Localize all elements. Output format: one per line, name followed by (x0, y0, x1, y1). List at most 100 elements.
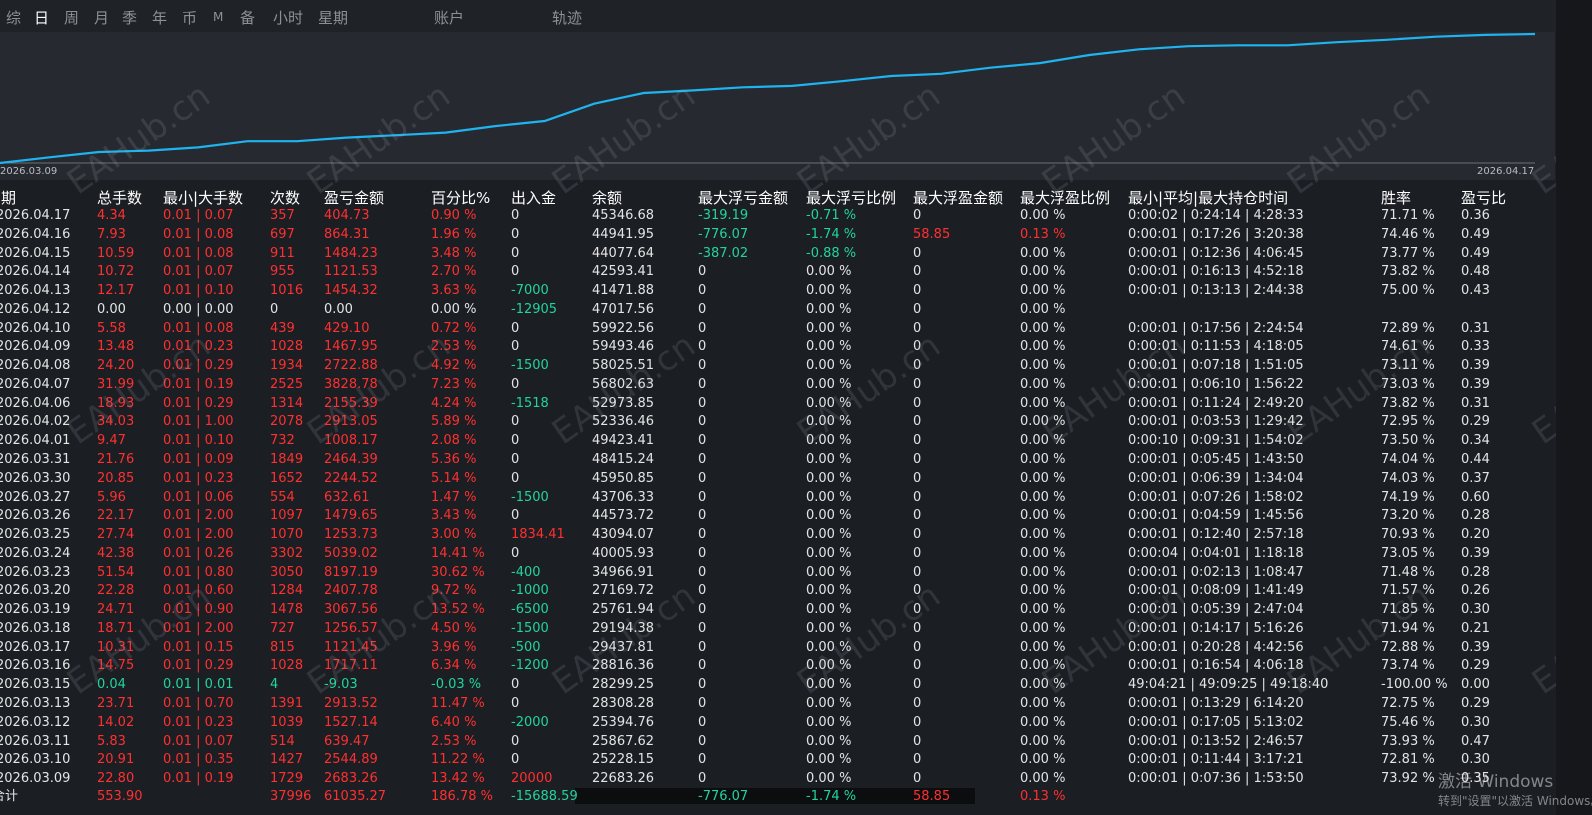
table-row[interactable]: 2026.03.31 21.76 0.01 | 0.09 1849 2464.39 5.3… (0, 450, 1555, 469)
tab-9[interactable]: 小时 (273, 7, 303, 28)
table-row[interactable]: 2026.03.24 42.38 0.01 | 0.26 3302 5039.02 14.… (0, 544, 1555, 563)
cell-trades: 1028 (270, 658, 304, 674)
cell-maxfp: 0 (913, 527, 922, 543)
cell-maxfpp: 0.00 % (1020, 733, 1066, 749)
cell-maxddp: -1.74 % (806, 226, 857, 242)
tab-3[interactable]: 月 (94, 7, 109, 28)
tab-10[interactable]: 星期 (318, 7, 348, 28)
cell-minmax: 0.01 | 0.10 (163, 283, 234, 299)
tab-8[interactable]: 备 (240, 7, 255, 28)
cell-maxfp: 0 (913, 245, 922, 261)
table-row[interactable]: 2026.04.02 34.03 0.01 | 1.00 2078 2913.05 5.8… (0, 412, 1555, 431)
tab-5[interactable]: 年 (152, 7, 167, 28)
table-row[interactable]: 2026.04.07 31.99 0.01 | 0.19 2525 3828.78 7.2… (0, 375, 1555, 394)
cell-maxfpp: 0.00 % (1020, 489, 1066, 505)
cell-maxdd: 0 (698, 470, 707, 486)
cell-maxfp: 0 (913, 545, 922, 561)
table-row[interactable]: 2026.03.19 24.71 0.01 | 0.90 1478 3067.56 13.… (0, 600, 1555, 619)
table-row[interactable]: 2026.03.23 51.54 0.01 | 0.80 3050 8197.19 30.… (0, 563, 1555, 582)
table-row[interactable]: 2026.03.26 22.17 0.01 | 2.00 1097 1479.65 3.4… (0, 506, 1555, 525)
tab-7[interactable]: M (213, 10, 223, 24)
table-row[interactable]: 2026.03.12 14.02 0.01 | 0.23 1039 1527.14 6.4… (0, 713, 1555, 732)
table-row[interactable]: 2026.04.08 24.20 0.01 | 0.29 1934 2722.88 4.9… (0, 356, 1555, 375)
tab-6[interactable]: 币 (182, 7, 197, 28)
cell-maxfpp: 0.00 % (1020, 395, 1066, 411)
cell-pl: -9.03 (324, 677, 358, 693)
column-header-maxddp[interactable]: 最大浮亏比例 (806, 187, 896, 208)
table-row[interactable]: 2026.04.17 4.34 0.01 | 0.07 357 404.73 0.90 %… (0, 206, 1555, 225)
total-lots: 553.90 (97, 789, 143, 804)
tab-2[interactable]: 周 (64, 7, 79, 28)
column-header-maxfpp[interactable]: 最大浮盈比例 (1020, 187, 1110, 208)
cell-lots: 42.38 (97, 545, 135, 561)
cell-pct: 3.48 % (431, 245, 477, 261)
column-header-pct[interactable]: 百分比% (431, 187, 490, 208)
table-row[interactable]: 2026.03.17 10.31 0.01 | 0.15 815 1121.45 3.96… (0, 638, 1555, 657)
cell-balance: 28308.28 (592, 696, 655, 712)
cell-maxfp: 0 (913, 339, 922, 355)
table-row[interactable]: 2026.03.25 27.74 0.01 | 2.00 1070 1253.73 3.0… (0, 525, 1555, 544)
cell-balance: 25761.94 (592, 602, 655, 618)
cell-maxdd: 0 (698, 771, 707, 787)
column-header-pl[interactable]: 盈亏金额 (324, 187, 384, 208)
cell-maxfp: 0 (913, 414, 922, 430)
cell-trades: 2525 (270, 376, 304, 392)
column-header-minmax[interactable]: 最小|大手数 (163, 187, 243, 208)
table-row[interactable]: 2026.03.16 14.75 0.01 | 0.29 1028 1717.11 6.3… (0, 656, 1555, 675)
column-header-trades[interactable]: 次数 (270, 187, 300, 208)
cell-maxfpp: 0.00 % (1020, 433, 1066, 449)
column-header-hold[interactable]: 最小|平均|最大持仓时间 (1128, 187, 1288, 208)
tab-11[interactable]: 账户 (434, 7, 464, 28)
cell-win: 72.81 % (1381, 752, 1435, 768)
table-row[interactable]: 2026.03.20 22.28 0.01 | 0.60 1284 2407.78 9.7… (0, 581, 1555, 600)
cell-trades: 554 (270, 489, 295, 505)
cell-rr: 0.49 (1461, 226, 1490, 242)
table-row[interactable]: 2026.03.13 23.71 0.01 | 0.70 1391 2913.52 11.… (0, 694, 1555, 713)
column-header-flow[interactable]: 出入金 (511, 187, 556, 208)
table-row[interactable]: 2026.03.10 20.91 0.01 | 0.35 1427 2544.89 11.… (0, 750, 1555, 769)
cell-rr: 0.33 (1461, 339, 1490, 355)
table-row[interactable]: 2026.03.11 5.83 0.01 | 0.07 514 639.47 2.53 %… (0, 732, 1555, 751)
cell-pl: 1527.14 (324, 714, 378, 730)
table-row[interactable]: 2026.03.09 22.80 0.01 | 0.19 1729 2683.26 13.… (0, 769, 1555, 788)
column-header-maxfp[interactable]: 最大浮盈金额 (913, 187, 1003, 208)
cell-maxfp: 0 (913, 620, 922, 636)
table-row[interactable]: 2026.04.09 13.48 0.01 | 0.23 1028 1467.95 2.5… (0, 337, 1555, 356)
table-row[interactable]: 2026.04.06 18.93 0.01 | 0.29 1314 2155.39 4.2… (0, 394, 1555, 413)
table-row[interactable]: 2026.03.27 5.96 0.01 | 0.06 554 632.61 1.47 %… (0, 488, 1555, 507)
cell-flow: 0 (511, 545, 520, 561)
column-header-win[interactable]: 胜率 (1381, 187, 1411, 208)
table-row[interactable]: 2026.04.15 10.59 0.01 | 0.08 911 1484.23 3.48… (0, 244, 1555, 263)
table-row[interactable]: 2026.04.01 9.47 0.01 | 0.10 732 1008.17 2.08 … (0, 431, 1555, 450)
table-row[interactable]: 2026.04.16 7.93 0.01 | 0.08 697 864.31 1.96 %… (0, 225, 1555, 244)
cell-maxddp: 0.00 % (806, 545, 852, 561)
column-header-maxdd[interactable]: 最大浮亏金额 (698, 187, 788, 208)
total-pct: 186.78 % (431, 789, 493, 804)
cell-date: 2026.03.12 (0, 714, 71, 730)
tab-1[interactable]: 日 (34, 7, 49, 28)
cell-maxdd: 0 (698, 696, 707, 712)
table-row[interactable]: 2026.03.15 0.04 0.01 | 0.01 4 -9.03 -0.03 % 0 2… (0, 675, 1555, 694)
total-maxdd: -776.07 (698, 789, 749, 804)
table-row[interactable]: 2026.04.13 12.17 0.01 | 0.10 1016 1454.32 3.6… (0, 281, 1555, 300)
table-row[interactable]: 2026.04.14 10.72 0.01 | 0.07 955 1121.53 2.70… (0, 262, 1555, 281)
cell-flow: 0 (511, 339, 520, 355)
tab-12[interactable]: 轨迹 (552, 7, 582, 28)
cell-date: 2026.03.23 (0, 564, 71, 580)
column-header-rr[interactable]: 盈亏比 (1461, 187, 1506, 208)
column-header-lots[interactable]: 总手数 (97, 187, 142, 208)
tab-0[interactable]: 综 (6, 7, 21, 28)
column-header-balance[interactable]: 余额 (592, 187, 622, 208)
cell-hold: 0:00:01 | 0:16:54 | 4:06:18 (1128, 658, 1304, 674)
table-row[interactable]: 2026.04.12 0.00 0.00 | 0.00 0 0.00 0.00 % -129… (0, 300, 1555, 319)
cell-hold: 0:00:01 | 0:12:40 | 2:57:18 (1128, 527, 1304, 543)
tab-4[interactable]: 季 (122, 7, 137, 28)
cell-maxfp: 0 (913, 752, 922, 768)
cell-rr: 0.48 (1461, 264, 1490, 280)
column-header-date[interactable]: 日期 (0, 187, 16, 208)
table-row[interactable]: 2026.03.18 18.71 0.01 | 2.00 727 1256.57 4.50… (0, 619, 1555, 638)
table-row[interactable]: 2026.03.30 20.85 0.01 | 0.23 1652 2244.52 5.1… (0, 469, 1555, 488)
table-row[interactable]: 2026.04.10 5.58 0.01 | 0.08 439 429.10 0.72 %… (0, 319, 1555, 338)
cell-maxdd: 0 (698, 452, 707, 467)
cell-win: 73.03 % (1381, 376, 1435, 392)
